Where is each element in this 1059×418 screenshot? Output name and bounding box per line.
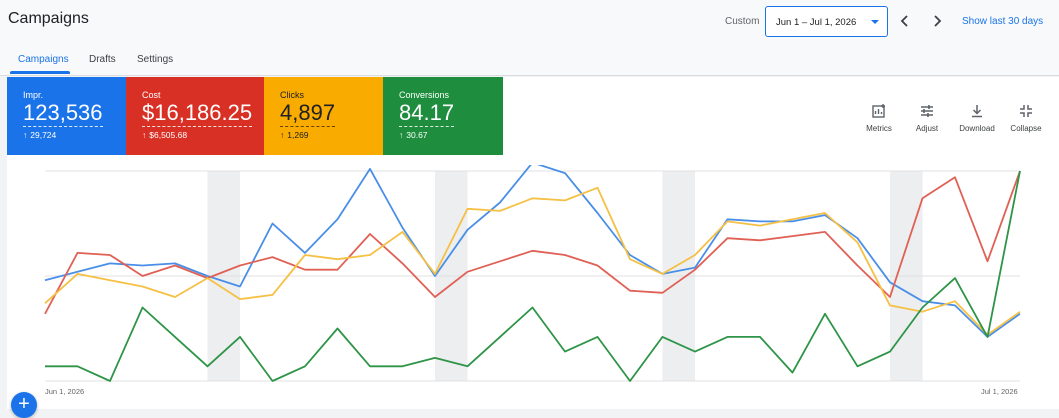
metric-name: Impr. (23, 90, 44, 100)
tab-campaigns[interactable]: Campaigns (18, 54, 69, 65)
active-tab-indicator (10, 71, 70, 74)
metric-delta: ↑ 1,269 (280, 130, 383, 140)
metric-delta-value: 1,269 (287, 130, 309, 140)
metric-card-cost[interactable]: Cost $16,186.25 ↑ $6,505.68 (126, 77, 264, 155)
metrics-icon (872, 104, 885, 118)
metric-delta-value: 29,724 (30, 130, 57, 140)
page-title: Campaigns (8, 10, 89, 27)
download-button-label: Download (959, 124, 995, 133)
series-line-cost[interactable] (44, 170, 1021, 315)
metric-value: 123,536 (23, 100, 103, 127)
tab-drafts[interactable]: Drafts (89, 54, 116, 65)
collapse-button-label: Collapse (1010, 124, 1042, 133)
date-range-type-label: Custom (725, 16, 760, 27)
chevron-left-icon (900, 15, 908, 27)
date-range-picker[interactable]: Jun 1 – Jul 1, 2026 (765, 6, 888, 37)
arrow-up-icon: ↑ (23, 130, 28, 140)
metric-value: $16,186.25 (142, 100, 253, 127)
metric-delta: ↑ $6,505.68 (142, 130, 264, 140)
metric-name: Cost (142, 90, 161, 100)
adjust-button[interactable]: Adjust (905, 103, 949, 133)
add-button[interactable]: + (11, 392, 37, 418)
metric-value: 84.17 (399, 100, 455, 127)
download-button[interactable]: Download (955, 103, 999, 133)
x-axis-start-label: Jun 1, 2026 (45, 387, 85, 396)
date-range-value: Jun 1 – Jul 1, 2026 (776, 17, 857, 28)
metrics-button[interactable]: Metrics (857, 103, 901, 133)
arrow-up-icon: ↑ (399, 130, 404, 140)
collapse-icon (1020, 105, 1032, 117)
adjust-button-label: Adjust (915, 124, 939, 133)
download-icon (972, 105, 982, 118)
arrow-up-icon: ↑ (142, 130, 147, 140)
chevron-right-icon (934, 15, 942, 27)
next-period-button[interactable] (928, 12, 946, 30)
performance-chart-svg (44, 165, 1021, 382)
arrow-up-icon: ↑ (280, 130, 285, 140)
tab-settings[interactable]: Settings (137, 54, 173, 65)
metric-name: Conversions (399, 90, 450, 100)
dropdown-caret-icon (871, 20, 879, 24)
collapse-button[interactable]: Collapse (1004, 103, 1048, 133)
metric-delta: ↑ 29,724 (23, 130, 126, 140)
metrics-button-label: Metrics (866, 124, 892, 133)
overview-panel: Impr. 123,536 ↑ 29,724 Cost $16,186.25 ↑ $… (7, 77, 1059, 409)
metric-delta: ↑ 30.67 (399, 130, 503, 140)
x-axis-end-label: Jul 1, 2026 (981, 387, 1018, 396)
metric-card-conversions[interactable]: Conversions 84.17 ↑ 30.67 (383, 77, 503, 155)
metric-card-impressions[interactable]: Impr. 123,536 ↑ 29,724 (7, 77, 126, 155)
metric-name: Clicks (280, 90, 304, 100)
metric-delta-value: 30.67 (406, 130, 428, 140)
show-last-30-days-link[interactable]: Show last 30 days (962, 16, 1043, 27)
adjust-icon (921, 105, 933, 117)
plus-icon: + (18, 393, 30, 415)
previous-period-button[interactable] (896, 12, 914, 30)
metric-card-clicks[interactable]: Clicks 4,897 ↑ 1,269 (264, 77, 383, 155)
metric-delta-value: $6,505.68 (149, 130, 188, 140)
performance-chart: Jun 1, 2026 Jul 1, 2026 (7, 165, 1059, 409)
metric-value: 4,897 (280, 100, 336, 127)
